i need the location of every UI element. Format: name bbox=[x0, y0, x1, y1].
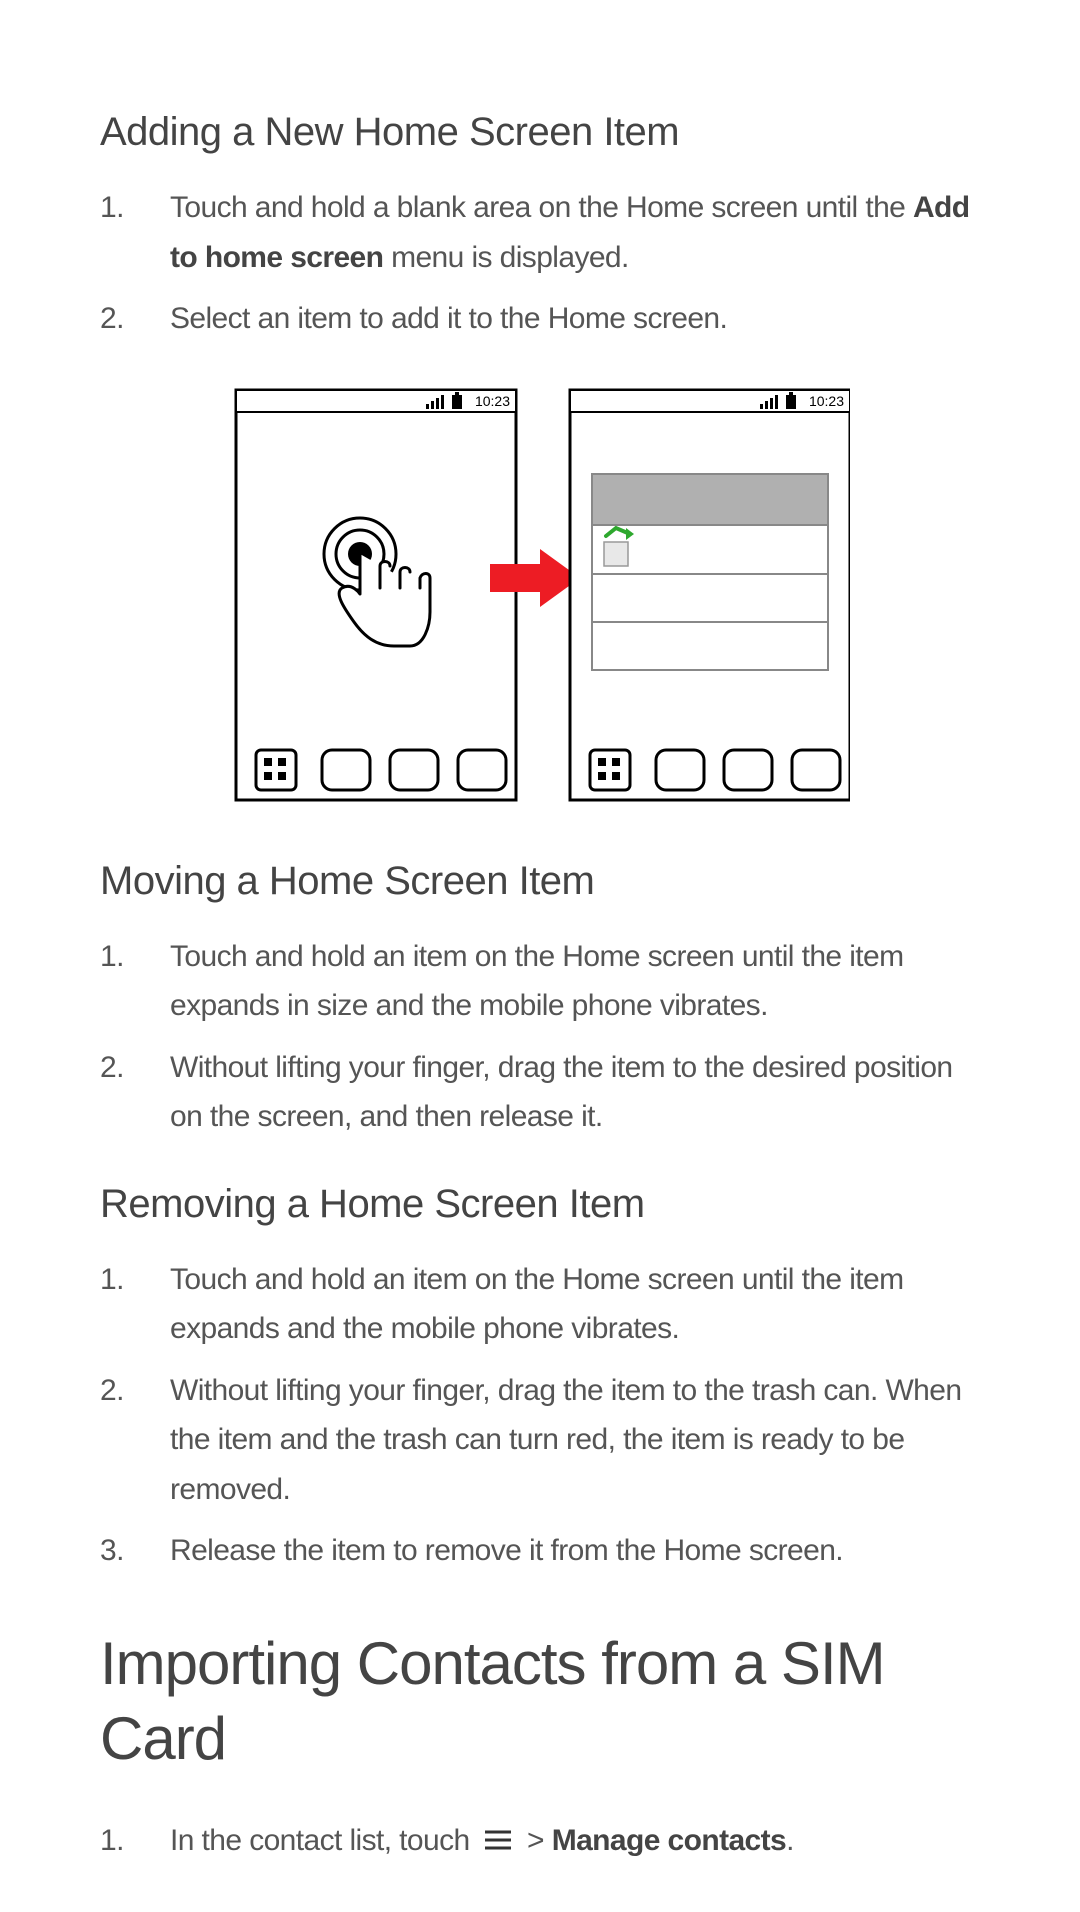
status-time-left: 10:23 bbox=[475, 393, 510, 409]
step-text: Touch and hold a blank area on the Home … bbox=[170, 191, 913, 224]
figure-home-screen-add: 10:23 bbox=[100, 384, 980, 804]
step-text: menu is displayed. bbox=[383, 241, 628, 274]
illustration-svg: 10:23 bbox=[230, 384, 850, 804]
list-importing: In the contact list, touch > Manage cont… bbox=[100, 1816, 980, 1866]
step-text-bold: Manage contacts bbox=[552, 1824, 786, 1857]
step-text: In the contact list, touch bbox=[170, 1824, 477, 1857]
list-item: Touch and hold a blank area on the Home … bbox=[100, 183, 980, 282]
step-text: Without lifting your finger, drag the it… bbox=[170, 1051, 953, 1134]
list-item: Select an item to add it to the Home scr… bbox=[100, 294, 980, 344]
phone-right: 10:23 bbox=[570, 390, 850, 800]
step-text: Touch and hold an item on the Home scree… bbox=[170, 940, 904, 1023]
step-text: Without lifting your finger, drag the it… bbox=[170, 1374, 961, 1506]
status-time-right: 10:23 bbox=[809, 393, 844, 409]
step-text: Select an item to add it to the Home scr… bbox=[170, 302, 727, 335]
list-item: Touch and hold an item on the Home scree… bbox=[100, 1255, 980, 1354]
step-text: Touch and hold an item on the Home scree… bbox=[170, 1263, 904, 1346]
list-item: In the contact list, touch > Manage cont… bbox=[100, 1816, 980, 1866]
menu-list bbox=[592, 474, 828, 670]
step-text: > bbox=[519, 1824, 551, 1857]
menu-lines-icon bbox=[483, 1829, 513, 1851]
list-item: Release the item to remove it from the H… bbox=[100, 1526, 980, 1576]
step-text: . bbox=[786, 1824, 794, 1857]
heading-importing: Importing Contacts from a SIM Card bbox=[100, 1626, 980, 1776]
list-item: Without lifting your finger, drag the it… bbox=[100, 1043, 980, 1142]
list-moving: Touch and hold an item on the Home scree… bbox=[100, 932, 980, 1142]
list-removing: Touch and hold an item on the Home scree… bbox=[100, 1255, 980, 1576]
step-text: Release the item to remove it from the H… bbox=[170, 1534, 843, 1567]
phone-left: 10:23 bbox=[236, 390, 516, 800]
list-adding: Touch and hold a blank area on the Home … bbox=[100, 183, 980, 344]
heading-adding: Adding a New Home Screen Item bbox=[100, 110, 980, 155]
heading-moving: Moving a Home Screen Item bbox=[100, 859, 980, 904]
heading-removing: Removing a Home Screen Item bbox=[100, 1182, 980, 1227]
list-item: Touch and hold an item on the Home scree… bbox=[100, 932, 980, 1031]
list-item: Without lifting your finger, drag the it… bbox=[100, 1366, 980, 1515]
